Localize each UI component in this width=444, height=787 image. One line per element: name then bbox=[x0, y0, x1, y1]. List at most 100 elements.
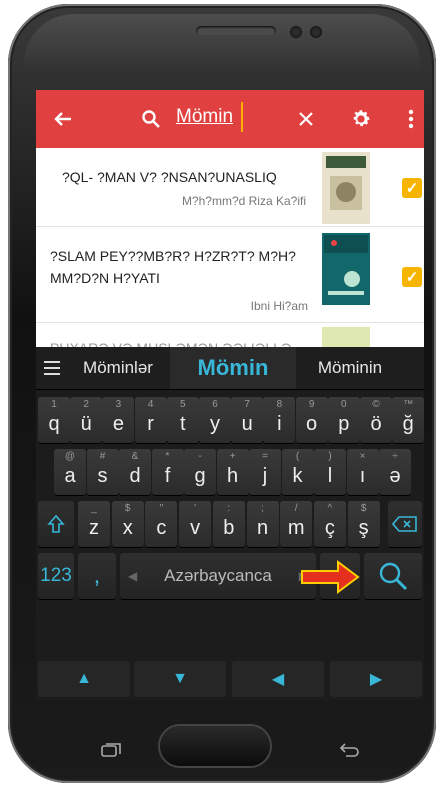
search-icon bbox=[379, 562, 408, 591]
search-key[interactable] bbox=[364, 553, 422, 599]
key-label: ı bbox=[359, 465, 366, 487]
key-y[interactable]: 6y bbox=[199, 397, 231, 443]
key-label: a bbox=[64, 465, 76, 487]
cursor-right-key[interactable]: ▶ bbox=[330, 661, 422, 697]
key-d[interactable]: & d bbox=[119, 449, 151, 495]
key-label: ö bbox=[370, 413, 382, 435]
key-label: ə bbox=[389, 465, 401, 487]
comma-key[interactable]: , bbox=[78, 553, 116, 599]
cursor-left-key[interactable]: ◀ bbox=[232, 661, 324, 697]
key-k[interactable]: (k bbox=[281, 449, 314, 495]
search-input[interactable]: Mömin bbox=[176, 106, 233, 128]
key-o[interactable]: 9o bbox=[295, 397, 328, 443]
arrow-left-icon[interactable] bbox=[48, 104, 78, 134]
key-c[interactable]: " c bbox=[145, 501, 178, 547]
key-p[interactable]: 0p bbox=[327, 397, 360, 443]
key-m[interactable]: / m bbox=[280, 501, 313, 547]
key-alt-label: & bbox=[131, 451, 139, 462]
gear-icon[interactable] bbox=[346, 104, 376, 134]
key-label: j bbox=[262, 465, 268, 487]
cursor-up-key[interactable]: ▲ bbox=[38, 661, 130, 697]
home-button[interactable] bbox=[160, 726, 270, 766]
on-screen-keyboard: Möminlər Mömin Möminin 1q2ü3e4r5t6y7u8i9… bbox=[36, 347, 424, 700]
key-ö[interactable]: © ö bbox=[360, 397, 392, 443]
book-author: Ibni Hi?am bbox=[250, 299, 308, 313]
key-label: y bbox=[210, 413, 220, 435]
key-label: s bbox=[97, 465, 108, 487]
key-label: p bbox=[338, 413, 350, 435]
search-icon bbox=[136, 104, 166, 134]
key-v[interactable]: ' v bbox=[179, 501, 212, 547]
key-s[interactable]: # s bbox=[86, 449, 119, 495]
key-alt-label: ÷ bbox=[392, 451, 398, 462]
key-ı[interactable]: × ı bbox=[346, 449, 379, 495]
shift-key[interactable] bbox=[38, 501, 74, 547]
checkbox[interactable]: ✓ bbox=[402, 178, 422, 198]
key-ü[interactable]: 2ü bbox=[70, 397, 103, 443]
space-label: Azərbaycanca bbox=[164, 566, 272, 585]
book-author: M?h?mm?d Riza Ka?ifi bbox=[181, 194, 306, 208]
key-l[interactable]: ) l bbox=[314, 449, 346, 495]
suggestion-item[interactable]: Möminin bbox=[300, 347, 400, 389]
cursor-down-key[interactable]: ▼ bbox=[134, 661, 226, 697]
list-item[interactable]: ?SLAM PEY??MB?R? H?ZR?T? M?H?MM?D?N H?YA… bbox=[36, 227, 424, 323]
more-vert-icon[interactable] bbox=[396, 104, 424, 134]
comma-label: , bbox=[93, 562, 101, 589]
key-alt-label: 0 bbox=[341, 399, 347, 410]
key-label: v bbox=[190, 517, 201, 539]
key-alt-label: 7 bbox=[244, 399, 250, 410]
key-i[interactable]: 8i bbox=[263, 397, 296, 443]
key-a[interactable]: @ a bbox=[54, 449, 86, 495]
screen: Mömin ?QL- ?MAN V? ?NSAN?UNASLIQ M?h?mm?… bbox=[36, 90, 424, 700]
key-ç[interactable]: ^ ç bbox=[313, 501, 346, 547]
key-b[interactable]: :b bbox=[212, 501, 245, 547]
key-label: k bbox=[292, 465, 303, 487]
suggestion-item-primary[interactable]: Mömin bbox=[170, 347, 296, 389]
key-label: n bbox=[256, 517, 269, 539]
close-icon[interactable] bbox=[291, 104, 321, 134]
key-g[interactable]: -g bbox=[184, 449, 216, 495]
key-label: u bbox=[241, 413, 253, 435]
key-label: m bbox=[287, 517, 305, 539]
backspace-key[interactable] bbox=[388, 501, 422, 547]
menu-icon[interactable] bbox=[36, 347, 68, 389]
key-label: l bbox=[327, 465, 333, 487]
key-r[interactable]: 4r bbox=[134, 397, 167, 443]
back-icon[interactable] bbox=[338, 742, 360, 758]
key-alt-label: * bbox=[165, 451, 170, 462]
key-ş[interactable]: $ ş bbox=[347, 501, 380, 547]
key-e[interactable]: 3e bbox=[102, 397, 135, 443]
key-alt-label: 3 bbox=[115, 399, 122, 410]
key-h[interactable]: + h bbox=[216, 449, 249, 495]
key-alt-label: 9 bbox=[308, 399, 315, 410]
recent-apps-icon[interactable] bbox=[100, 742, 122, 758]
checkbox[interactable]: ✓ bbox=[402, 267, 422, 287]
numbers-key[interactable]: 123 bbox=[38, 553, 74, 599]
key-ə[interactable]: ÷ ə bbox=[379, 449, 411, 495]
key-alt-label: × bbox=[359, 451, 366, 462]
key-t[interactable]: 5t bbox=[166, 397, 199, 443]
key-f[interactable]: * f bbox=[151, 449, 184, 495]
list-item[interactable]: ?QL- ?MAN V? ?NSAN?UNASLIQ M?h?mm?d Riza… bbox=[36, 148, 424, 227]
key-q[interactable]: 1q bbox=[38, 397, 70, 443]
chevron-left-icon: ◀ bbox=[128, 569, 138, 583]
space-key[interactable]: ◀ Azərbaycanca ▶ bbox=[120, 553, 316, 599]
key-label: z bbox=[89, 517, 99, 539]
book-title: ?SLAM PEY??MB?R? H?ZR?T? M?H?MM?D?N H?YA… bbox=[50, 248, 296, 286]
suggestion-item[interactable]: Möminlər bbox=[68, 347, 168, 389]
proximity-sensor bbox=[290, 26, 302, 38]
key-ğ[interactable]: ™ ğ bbox=[392, 397, 424, 443]
key-alt-label: © bbox=[372, 399, 380, 410]
key-label: f bbox=[164, 465, 171, 487]
key-alt-label: = bbox=[262, 451, 268, 462]
key-x[interactable]: $ x bbox=[111, 501, 144, 547]
key-j[interactable]: = j bbox=[249, 449, 281, 495]
key-label: ç bbox=[324, 517, 335, 539]
key-alt-label: ™ bbox=[403, 399, 414, 410]
key-u[interactable]: 7u bbox=[231, 397, 264, 443]
book-title: ?QL- ?MAN V? ?NSAN?UNASLIQ bbox=[62, 169, 277, 185]
phone-shine bbox=[24, 14, 420, 74]
key-n[interactable]: ; n bbox=[246, 501, 279, 547]
key-z[interactable]: _ z bbox=[78, 501, 110, 547]
key-label: i bbox=[277, 413, 282, 435]
